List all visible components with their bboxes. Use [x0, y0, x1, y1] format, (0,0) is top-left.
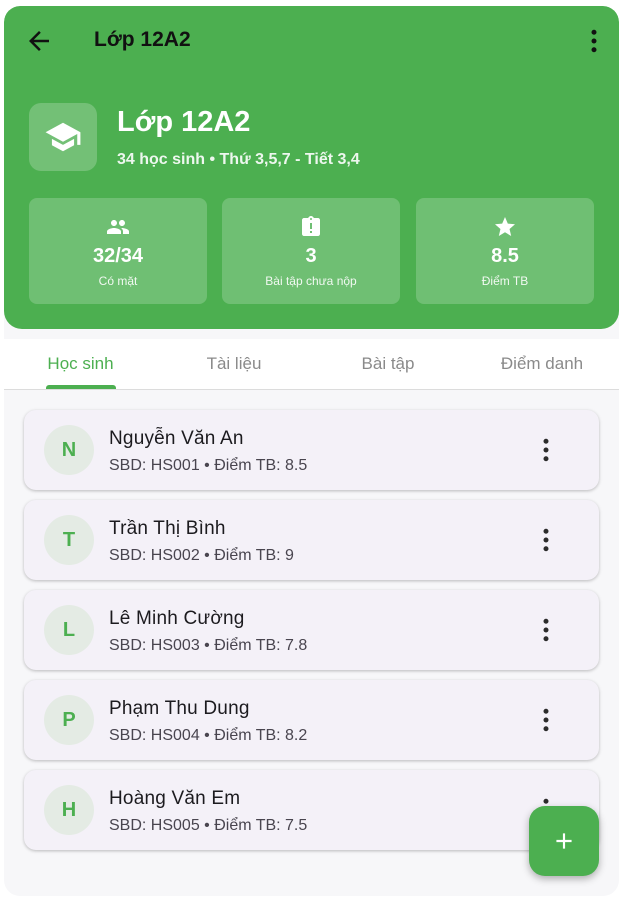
more-vert-icon[interactable] — [531, 615, 561, 645]
student-card[interactable]: L Lê Minh Cường SBD: HS003 • Điểm TB: 7.… — [24, 590, 599, 670]
stat-pending-assignments: 3 Bài tập chưa nộp — [222, 198, 400, 304]
tab-attendance[interactable]: Điểm danh — [465, 339, 619, 389]
clipboard-alert-icon — [299, 216, 323, 238]
more-vert-icon[interactable] — [531, 435, 561, 465]
avatar: P — [44, 695, 94, 745]
people-icon — [106, 216, 130, 238]
more-vert-icon[interactable] — [531, 705, 561, 735]
app-bar: Lớp 12A2 — [4, 6, 619, 76]
avatar: L — [44, 605, 94, 655]
student-card[interactable]: N Nguyễn Văn An SBD: HS001 • Điểm TB: 8.… — [24, 410, 599, 490]
more-vert-icon[interactable] — [579, 26, 609, 56]
stat-attendance: 32/34 Có mặt — [29, 198, 207, 304]
stat-value: 3 — [305, 245, 317, 267]
star-icon — [493, 216, 517, 238]
stat-value: 32/34 — [92, 245, 144, 267]
avatar: T — [44, 515, 94, 565]
student-card[interactable]: H Hoàng Văn Em SBD: HS005 • Điểm TB: 7.5 — [24, 770, 599, 850]
tab-students[interactable]: Học sinh — [4, 339, 157, 389]
tab-bar: Học sinh Tài liệu Bài tập Điểm danh — [4, 339, 619, 390]
stat-value: 8.5 — [491, 245, 519, 267]
class-subtitle: 34 học sinh • Thứ 3,5,7 - Tiết 3,4 — [117, 151, 360, 168]
tab-assignments[interactable]: Bài tập — [311, 339, 465, 389]
tab-indicator — [46, 385, 116, 389]
appbar-title: Lớp 12A2 — [94, 28, 191, 51]
student-name: Nguyễn Văn An — [109, 428, 244, 449]
stat-label: Bài tập chưa nộp — [265, 274, 357, 288]
student-list: N Nguyễn Văn An SBD: HS001 • Điểm TB: 8.… — [4, 390, 619, 896]
class-header: Lớp 12A2 Lớp 12A2 34 học sinh • Thứ 3,5,… — [4, 6, 619, 329]
more-vert-icon[interactable] — [531, 525, 561, 555]
app-screen: Lớp 12A2 Lớp 12A2 34 học sinh • Thứ 3,5,… — [4, 6, 619, 896]
add-student-button[interactable] — [529, 806, 599, 876]
student-meta: SBD: HS003 • Điểm TB: 7.8 — [109, 637, 308, 654]
student-meta: SBD: HS004 • Điểm TB: 8.2 — [109, 727, 308, 744]
graduation-cap-icon — [29, 103, 97, 171]
student-card[interactable]: P Phạm Thu Dung SBD: HS004 • Điểm TB: 8.… — [24, 680, 599, 760]
student-name: Lê Minh Cường — [109, 608, 245, 629]
stat-label: Điểm TB — [481, 274, 529, 288]
stat-average-score: 8.5 Điểm TB — [416, 198, 594, 304]
student-name: Trần Thị Bình — [109, 518, 226, 539]
student-meta: SBD: HS001 • Điểm TB: 8.5 — [109, 457, 308, 474]
class-title: Lớp 12A2 — [117, 106, 251, 138]
student-name: Hoàng Văn Em — [109, 788, 241, 809]
back-arrow-icon[interactable] — [24, 26, 54, 56]
avatar: N — [44, 425, 94, 475]
student-card[interactable]: T Trần Thị Bình SBD: HS002 • Điểm TB: 9 — [24, 500, 599, 580]
student-name: Phạm Thu Dung — [109, 698, 250, 719]
stat-label: Có mặt — [98, 274, 138, 288]
avatar: H — [44, 785, 94, 835]
tab-documents[interactable]: Tài liệu — [157, 339, 311, 389]
student-meta: SBD: HS002 • Điểm TB: 9 — [109, 547, 294, 564]
plus-icon — [556, 833, 572, 849]
student-meta: SBD: HS005 • Điểm TB: 7.5 — [109, 817, 308, 834]
